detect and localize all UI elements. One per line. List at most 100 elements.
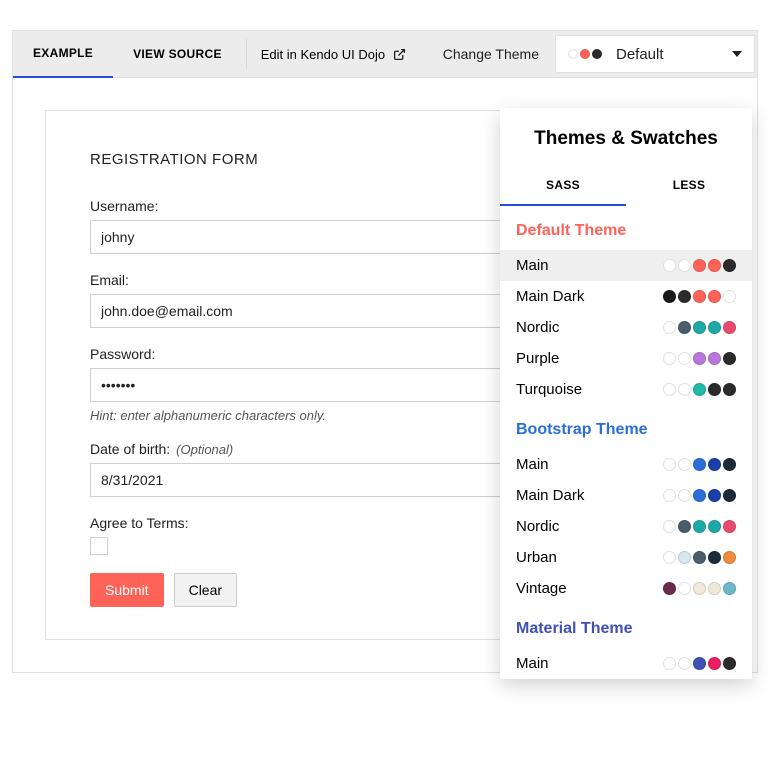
theme-group-title: Material Theme (500, 604, 752, 648)
tab-view-source[interactable]: VIEW SOURCE (113, 30, 242, 78)
swatch-name: Nordic (516, 518, 559, 535)
tab-example[interactable]: EXAMPLE (13, 30, 113, 78)
color-dot (723, 290, 736, 303)
swatch-name: Main (516, 456, 549, 473)
color-dot (693, 657, 706, 670)
color-dot (693, 458, 706, 471)
swatch-dots (663, 657, 736, 670)
color-dot (708, 290, 721, 303)
color-dot (678, 259, 691, 272)
color-dot (678, 520, 691, 533)
color-dot (678, 582, 691, 595)
swatch-row[interactable]: Main Dark (500, 281, 752, 312)
themes-dropdown: Themes & Swatches SASS LESS Default Them… (500, 108, 752, 679)
dropdown-body[interactable]: Default Theme Main Main Dark Nordic Purple Tu… (500, 206, 752, 679)
swatch-row[interactable]: Main (500, 250, 752, 281)
clear-button[interactable]: Clear (174, 573, 237, 607)
swatch-dots (663, 321, 736, 334)
change-theme-label: Change Theme (427, 46, 555, 62)
swatch-row[interactable]: Nordic (500, 511, 752, 542)
theme-group-title: Default Theme (500, 206, 752, 250)
color-dot (663, 582, 676, 595)
color-dot (678, 290, 691, 303)
edit-in-dojo-link[interactable]: Edit in Kendo UI Dojo (246, 39, 420, 69)
swatch-dots (663, 383, 736, 396)
swatch-name: Purple (516, 350, 559, 367)
swatch-row[interactable]: Main Dark (500, 480, 752, 511)
swatch-row[interactable]: Turquoise (500, 374, 752, 405)
color-dot (723, 551, 736, 564)
color-dot (723, 352, 736, 365)
swatch-name: Main Dark (516, 487, 584, 504)
color-dot (693, 290, 706, 303)
color-dot (568, 49, 578, 59)
color-dot (678, 321, 691, 334)
color-dot (708, 520, 721, 533)
toolbar: EXAMPLE VIEW SOURCE Edit in Kendo UI Doj… (12, 30, 758, 78)
color-dot (663, 489, 676, 502)
swatch-row[interactable]: Main (500, 648, 752, 679)
swatch-name: Vintage (516, 580, 567, 597)
color-dot (693, 582, 706, 595)
color-dot (723, 582, 736, 595)
color-dot (723, 657, 736, 670)
color-dot (723, 259, 736, 272)
dropdown-tab-less[interactable]: LESS (626, 164, 752, 206)
color-dot (693, 489, 706, 502)
color-dot (693, 383, 706, 396)
color-dot (693, 551, 706, 564)
swatch-row[interactable]: Vintage (500, 573, 752, 604)
color-dot (708, 352, 721, 365)
submit-button[interactable]: Submit (90, 573, 164, 607)
color-dot (663, 458, 676, 471)
color-dot (693, 259, 706, 272)
agree-checkbox[interactable] (90, 537, 108, 555)
color-dot (663, 551, 676, 564)
swatch-name: Main (516, 655, 549, 672)
swatch-dots (663, 259, 736, 272)
color-dot (708, 383, 721, 396)
color-dot (678, 551, 691, 564)
chevron-down-icon (732, 51, 742, 57)
swatch-row[interactable]: Purple (500, 343, 752, 374)
color-dot (723, 520, 736, 533)
swatch-dots (663, 290, 736, 303)
color-dot (663, 259, 676, 272)
color-dot (723, 489, 736, 502)
color-dot (708, 657, 721, 670)
dropdown-tabs: SASS LESS (500, 164, 752, 206)
theme-group-title: Bootstrap Theme (500, 405, 752, 449)
swatch-dots (663, 520, 736, 533)
color-dot (708, 582, 721, 595)
swatch-name: Turquoise (516, 381, 582, 398)
dropdown-tab-sass[interactable]: SASS (500, 164, 626, 206)
color-dot (693, 520, 706, 533)
swatch-name: Urban (516, 549, 557, 566)
theme-select[interactable]: Default (555, 35, 755, 73)
color-dot (663, 657, 676, 670)
color-dot (708, 551, 721, 564)
swatch-dots (663, 458, 736, 471)
dropdown-header: Themes & Swatches (500, 108, 752, 164)
swatch-name: Nordic (516, 319, 559, 336)
dob-optional: (Optional) (176, 442, 233, 457)
color-dot (693, 321, 706, 334)
color-dot (678, 352, 691, 365)
external-link-icon (393, 48, 406, 61)
color-dot (580, 49, 590, 59)
swatch-row[interactable]: Main (500, 449, 752, 480)
swatch-name: Main Dark (516, 288, 584, 305)
swatch-row[interactable]: Nordic (500, 312, 752, 343)
color-dot (678, 657, 691, 670)
color-dot (663, 383, 676, 396)
color-dot (663, 290, 676, 303)
theme-select-label: Default (616, 46, 724, 63)
color-dot (723, 321, 736, 334)
color-dot (708, 489, 721, 502)
swatch-row[interactable]: Urban (500, 542, 752, 573)
color-dot (678, 458, 691, 471)
color-dot (663, 520, 676, 533)
swatch-name: Main (516, 257, 549, 274)
color-dot (678, 383, 691, 396)
color-dot (708, 458, 721, 471)
